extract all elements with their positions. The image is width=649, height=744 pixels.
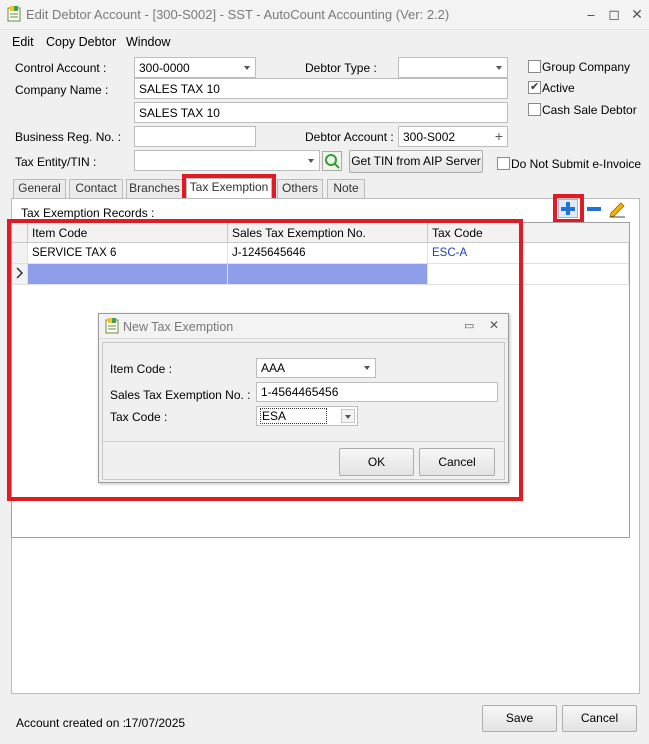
dialog-cancel-button[interactable]: Cancel: [419, 448, 495, 476]
dialog-item-code-label: Item Code :: [110, 362, 173, 376]
remove-record-button[interactable]: [585, 200, 603, 217]
plus-icon[interactable]: +: [495, 128, 503, 144]
business-reg-label: Business Reg. No. :: [15, 130, 122, 144]
tab-others[interactable]: Others: [277, 179, 323, 198]
company-name-input[interactable]: SALES TAX 10: [134, 78, 508, 99]
debtor-account-value: 300-S002: [403, 130, 456, 144]
minimize-icon[interactable]: ⎯: [582, 6, 600, 22]
company-name2-input[interactable]: SALES TAX 10: [134, 102, 508, 123]
window-title: Edit Debtor Account - [300-S002] - SST -…: [26, 7, 450, 22]
debtor-account-input[interactable]: 300-S002 +: [398, 126, 508, 147]
menu-window[interactable]: Window: [126, 35, 170, 49]
tab-contact[interactable]: Contact: [69, 179, 123, 198]
no-einvoice-label: Do Not Submit e-Invoice: [511, 157, 642, 171]
tab-branches[interactable]: Branches: [126, 179, 183, 198]
tax-code-dropdown-button[interactable]: [341, 409, 355, 423]
control-account-label: Control Account :: [15, 61, 107, 75]
title-bar: Edit Debtor Account - [300-S002] - SST -…: [0, 0, 649, 30]
business-reg-input[interactable]: [134, 126, 256, 147]
dialog-tax-code-value: ESA: [260, 408, 328, 424]
group-company-checkbox[interactable]: [528, 60, 541, 73]
chevron-down-icon: [364, 366, 370, 370]
menu-bar: Edit Copy Debtor Window: [0, 31, 649, 53]
menu-edit[interactable]: Edit: [12, 35, 34, 49]
app-icon: [7, 6, 21, 22]
account-created-label: Account created on :: [16, 716, 127, 730]
chevron-down-icon: [345, 415, 351, 419]
app-icon: [105, 318, 119, 334]
debtor-type-label: Debtor Type :: [305, 61, 377, 75]
chevron-down-icon: [308, 159, 314, 163]
dialog-exemption-no-input[interactable]: 1-4564465456: [256, 382, 498, 402]
dialog-item-code-value: AAA: [261, 361, 286, 375]
no-einvoice-checkbox[interactable]: [497, 157, 510, 170]
account-created-date: 17/07/2025: [125, 716, 186, 730]
menu-copy-debtor[interactable]: Copy Debtor: [46, 35, 116, 49]
edit-record-button[interactable]: [607, 199, 627, 218]
dialog-exemption-no-label: Sales Tax Exemption No. :: [110, 388, 251, 402]
records-title: Tax Exemption Records :: [21, 206, 155, 220]
group-company-label: Group Company: [542, 60, 631, 74]
debtor-type-dropdown[interactable]: [398, 57, 508, 78]
maximize-icon[interactable]: ◻: [605, 6, 623, 22]
active-checkbox[interactable]: [528, 80, 541, 94]
control-account-dropdown[interactable]: 300-0000: [134, 57, 256, 78]
cancel-button[interactable]: Cancel: [562, 705, 637, 732]
tab-note[interactable]: Note: [327, 179, 365, 198]
close-icon[interactable]: ✕: [489, 318, 499, 332]
close-icon[interactable]: ✕: [628, 6, 646, 22]
control-account-value: 300-0000: [139, 61, 190, 75]
active-label: Active: [542, 81, 575, 95]
dialog-item-code-dropdown[interactable]: AAA: [256, 358, 376, 378]
get-tin-button[interactable]: Get TIN from AIP Server: [349, 150, 483, 173]
dialog-ok-button[interactable]: OK: [339, 448, 414, 476]
debtor-account-label: Debtor Account :: [305, 130, 394, 144]
cash-sale-checkbox[interactable]: [528, 103, 541, 116]
pencil-icon: [609, 202, 625, 218]
cash-sale-label: Cash Sale Debtor: [542, 103, 637, 117]
chevron-down-icon: [496, 66, 502, 70]
minus-icon: [587, 207, 601, 211]
dialog-title: New Tax Exemption: [123, 320, 234, 334]
dialog-title-bar: New Tax Exemption ▭ ✕: [99, 314, 508, 339]
add-button-highlight: [553, 194, 584, 223]
company-name-label: Company Name :: [15, 83, 109, 97]
chevron-down-icon: [244, 66, 250, 70]
tin-lookup-button[interactable]: [322, 151, 342, 171]
dialog-tax-code-label: Tax Code :: [110, 410, 168, 424]
tax-entity-label: Tax Entity/TIN :: [15, 155, 97, 169]
dialog-divider: [102, 441, 505, 442]
tab-general[interactable]: General: [13, 179, 66, 198]
maximize-icon[interactable]: ▭: [464, 319, 474, 332]
dialog-tax-code-dropdown[interactable]: ESA: [256, 406, 358, 426]
new-tax-exemption-dialog: New Tax Exemption ▭ ✕ Item Code : AAA Sa…: [98, 313, 509, 483]
save-button[interactable]: Save: [482, 705, 557, 732]
tax-entity-dropdown[interactable]: [134, 150, 320, 171]
search-icon: [325, 154, 340, 169]
